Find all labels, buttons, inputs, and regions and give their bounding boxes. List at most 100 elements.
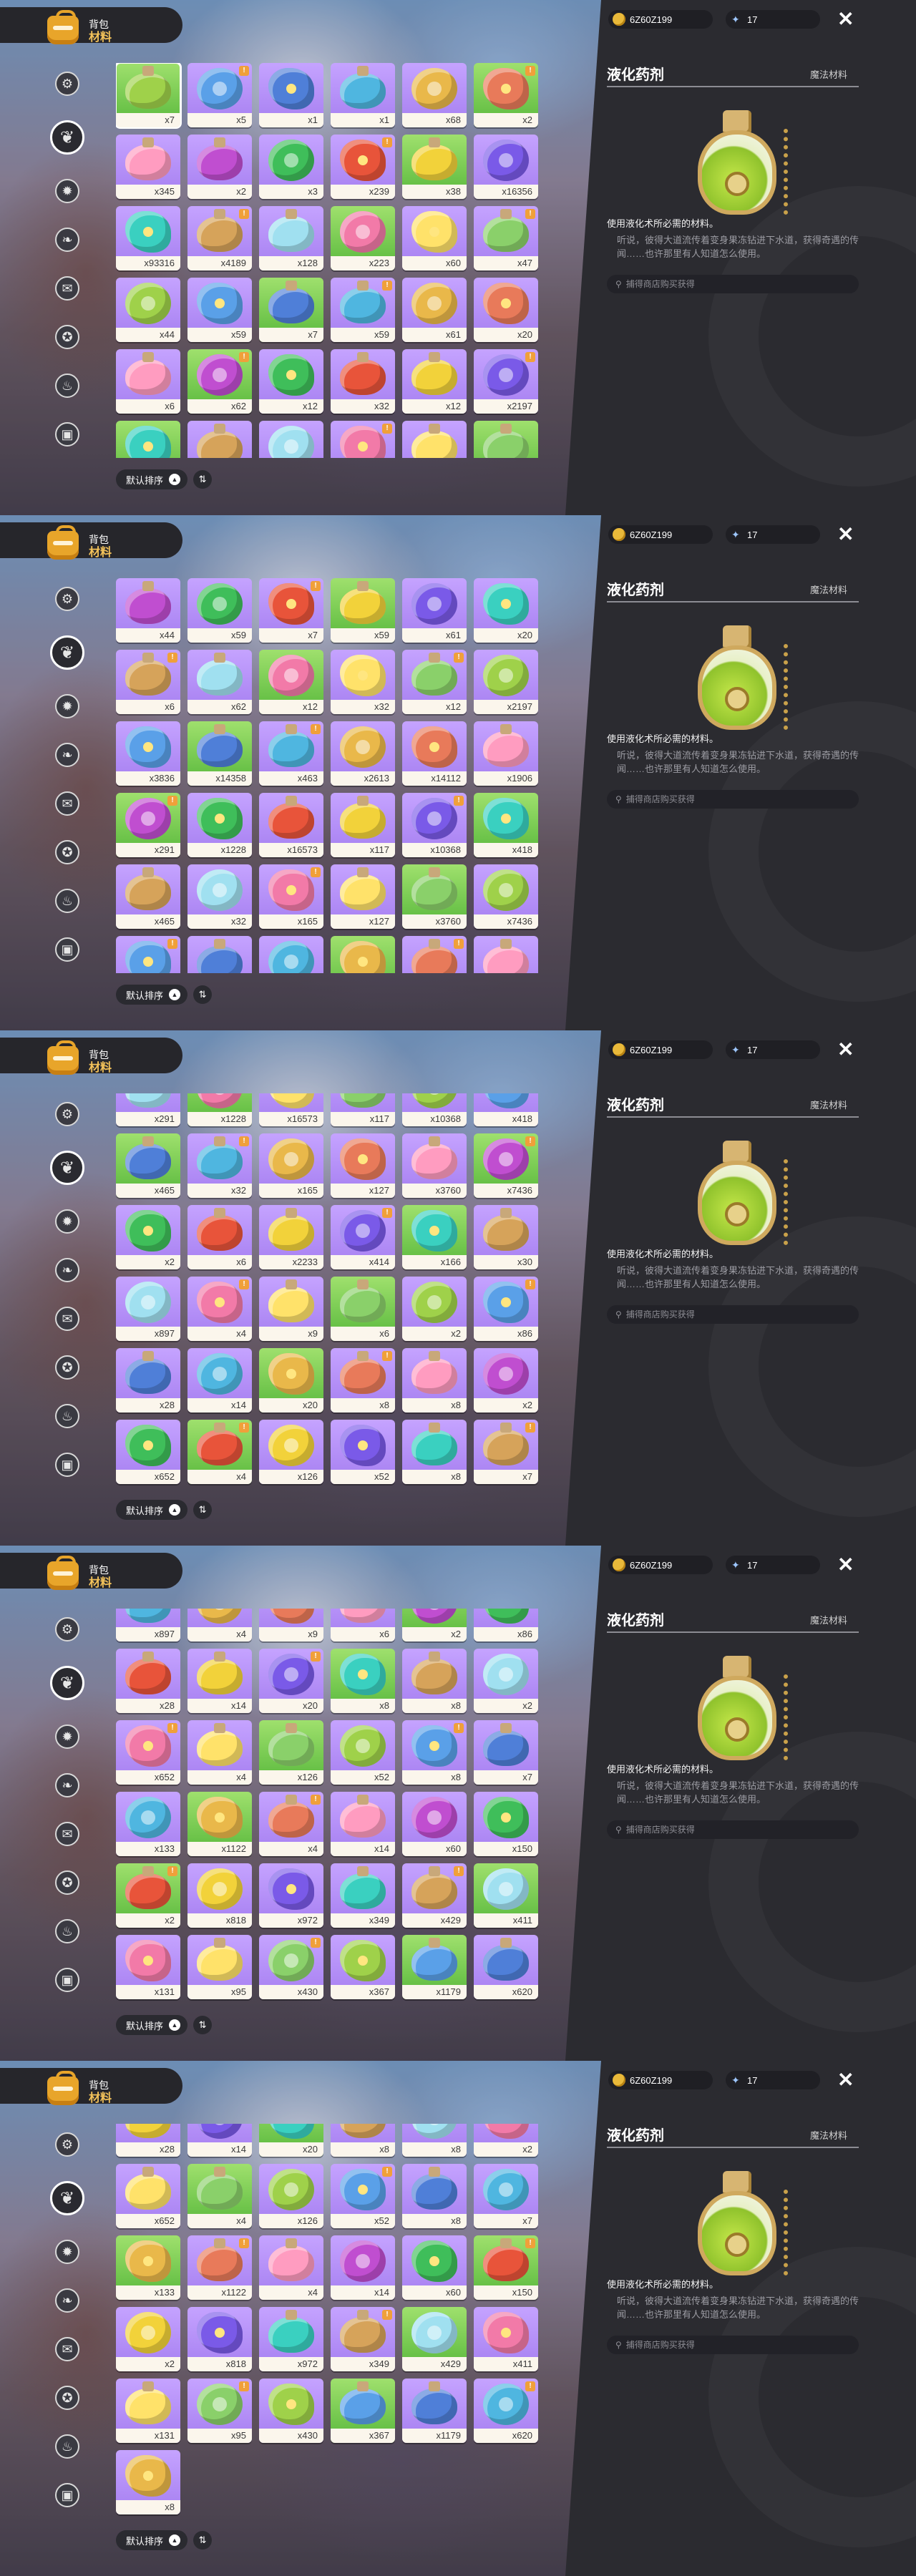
item-slot[interactable]: x2 xyxy=(116,1205,180,1269)
star-badge-icon[interactable]: ✪ xyxy=(55,1355,79,1380)
item-slot[interactable]: x2 xyxy=(187,135,252,199)
item-slot[interactable]: x1906 xyxy=(474,721,538,786)
chest-icon[interactable]: ▣ xyxy=(55,937,79,962)
item-slot[interactable]: ! x291 xyxy=(116,793,180,857)
item-slot[interactable]: x7 xyxy=(116,63,182,129)
spiky-orb-icon[interactable]: ✹ xyxy=(55,694,79,718)
close-icon[interactable]: ✕ xyxy=(837,2069,854,2091)
item-slot[interactable]: x95 xyxy=(187,1935,252,1999)
item-slot[interactable]: x818 xyxy=(187,1863,252,1928)
item-slot[interactable]: x38 xyxy=(402,135,467,199)
leaf-icon[interactable]: ❦ xyxy=(50,120,84,155)
item-slot[interactable]: x117 xyxy=(331,793,395,857)
item-slot[interactable]: ! x239 xyxy=(331,135,395,199)
sprout-icon[interactable]: ❧ xyxy=(55,2288,79,2313)
sort-order-toggle-icon[interactable]: ⇅ xyxy=(193,1501,213,1519)
item-slot[interactable]: ! x1122 xyxy=(187,2235,252,2300)
item-grid-viewport[interactable]: x291x1228x16573!x117x10368x418x465!x32x1… xyxy=(116,1093,545,1488)
leaf-icon[interactable]: ❦ xyxy=(50,2181,84,2215)
item-slot[interactable]: x345 xyxy=(116,135,180,199)
item-slot[interactable]: x1179 xyxy=(402,1935,467,1999)
item-slot[interactable]: x3760 xyxy=(402,864,467,929)
item-slot[interactable]: x8 xyxy=(402,2164,467,2228)
item-slot[interactable]: x8 xyxy=(402,1348,467,1413)
item-slot[interactable]: x465 xyxy=(116,864,180,929)
item-slot[interactable]: x8 xyxy=(402,1649,467,1713)
item-slot[interactable]: x131 xyxy=(116,2379,180,2443)
item-slot[interactable]: x2 xyxy=(402,1277,467,1341)
sprout-icon[interactable]: ❧ xyxy=(55,1773,79,1797)
item-slot[interactable]: x12 xyxy=(259,349,323,414)
item-slot[interactable]: ! x4189 xyxy=(187,206,252,270)
scroll-icon[interactable]: ✉ xyxy=(55,2337,79,2361)
item-slot[interactable]: x3836 xyxy=(116,721,180,786)
item-slot[interactable]: x3760 xyxy=(402,1133,467,1198)
item-slot[interactable]: x1228 xyxy=(187,1093,252,1126)
item-slot[interactable]: x6 xyxy=(331,1609,395,1641)
star-badge-icon[interactable]: ✪ xyxy=(55,325,79,349)
close-icon[interactable]: ✕ xyxy=(837,9,854,30)
item-slot[interactable]: x2 xyxy=(116,2307,180,2371)
item-source[interactable]: ⚲ 捕得商店购买获得 xyxy=(607,1305,859,1324)
pot-icon[interactable]: ♨ xyxy=(55,1404,79,1428)
item-slot[interactable]: x223 xyxy=(331,206,395,270)
item-slot[interactable]: x463 xyxy=(259,421,323,458)
bag-tab-materials[interactable]: 材料 xyxy=(89,1577,112,1590)
item-slot[interactable]: ! x20 xyxy=(259,1649,323,1713)
item-slot[interactable]: !x897 xyxy=(116,1609,180,1641)
leaf-icon[interactable]: ❦ xyxy=(50,635,84,670)
item-slot[interactable]: x1122 xyxy=(187,1792,252,1856)
item-source[interactable]: ⚲ 捕得商店购买获得 xyxy=(607,275,859,293)
item-slot[interactable]: x652 xyxy=(116,2164,180,2228)
scroll-icon[interactable]: ✉ xyxy=(55,1307,79,1331)
item-slot[interactable]: x418 xyxy=(474,1093,538,1126)
item-slot[interactable]: x1228 xyxy=(187,793,252,857)
item-slot[interactable]: ! x652 xyxy=(116,1720,180,1785)
item-slot[interactable]: ! x430 xyxy=(259,1935,323,1999)
spiky-orb-icon[interactable]: ✹ xyxy=(55,1724,79,1749)
leaf-icon[interactable]: ❦ xyxy=(50,1666,84,1700)
item-slot[interactable]: ! x32 xyxy=(187,1133,252,1198)
sort-dropdown[interactable]: 默认排序 ▲ xyxy=(116,2015,188,2035)
item-slot[interactable]: x86 xyxy=(474,1609,538,1641)
bag-tab-materials[interactable]: 材料 xyxy=(89,1062,112,1075)
gear-icon[interactable]: ⚙ xyxy=(55,72,79,96)
sort-order-toggle-icon[interactable]: ⇅ xyxy=(193,2531,213,2550)
item-slot[interactable]: ! x4 xyxy=(187,1420,252,1484)
item-slot[interactable]: x8 xyxy=(331,1649,395,1713)
item-slot[interactable]: x16356 xyxy=(474,135,538,199)
sort-order-toggle-icon[interactable]: ⇅ xyxy=(193,2016,213,2034)
item-slot[interactable]: x2 xyxy=(474,1649,538,1713)
pot-icon[interactable]: ♨ xyxy=(55,374,79,398)
sprout-icon[interactable]: ❧ xyxy=(55,228,79,252)
item-slot[interactable]: x7 xyxy=(259,278,323,342)
item-slot[interactable]: x14112 xyxy=(402,721,467,786)
item-slot[interactable]: x429 xyxy=(402,2307,467,2371)
item-slot[interactable]: x2613 xyxy=(331,721,395,786)
close-icon[interactable]: ✕ xyxy=(837,1039,854,1060)
item-slot[interactable]: x61 xyxy=(402,578,467,643)
item-slot[interactable]: x30 xyxy=(474,936,538,973)
item-slot[interactable]: x349 xyxy=(331,1863,395,1928)
item-slot[interactable]: x14358 xyxy=(187,721,252,786)
item-slot[interactable]: x8 xyxy=(331,2124,395,2157)
item-slot[interactable]: x133 xyxy=(116,2235,180,2300)
item-slot[interactable]: ! x165 xyxy=(259,864,323,929)
sort-dropdown[interactable]: 默认排序 ▲ xyxy=(116,1500,188,1520)
item-slot[interactable]: ! x150 xyxy=(474,2235,538,2300)
item-slot[interactable]: x52 xyxy=(331,1420,395,1484)
item-slot[interactable]: ! x12 xyxy=(402,650,467,714)
gear-icon[interactable]: ⚙ xyxy=(55,1102,79,1126)
item-grid-viewport[interactable]: x44 x59! x7 x59 x61 x20! x6 x62 x12 x32! x12 x2197 x… xyxy=(116,578,545,973)
item-slot[interactable]: ! x463 xyxy=(259,721,323,786)
item-slot[interactable]: x1179 xyxy=(402,2379,467,2443)
item-slot[interactable]: x2 xyxy=(474,1348,538,1413)
item-slot[interactable]: x4 xyxy=(259,2235,323,2300)
item-slot[interactable]: ! x8 xyxy=(402,1720,467,1785)
item-slot[interactable]: x62 xyxy=(187,650,252,714)
item-slot[interactable]: ! x5 xyxy=(187,63,252,127)
sort-dropdown[interactable]: 默认排序 ▲ xyxy=(116,985,188,1005)
item-slot[interactable]: x897 xyxy=(116,1277,180,1341)
item-slot[interactable]: ! x620 xyxy=(474,2379,538,2443)
bag-tab-materials[interactable]: 材料 xyxy=(89,547,112,560)
